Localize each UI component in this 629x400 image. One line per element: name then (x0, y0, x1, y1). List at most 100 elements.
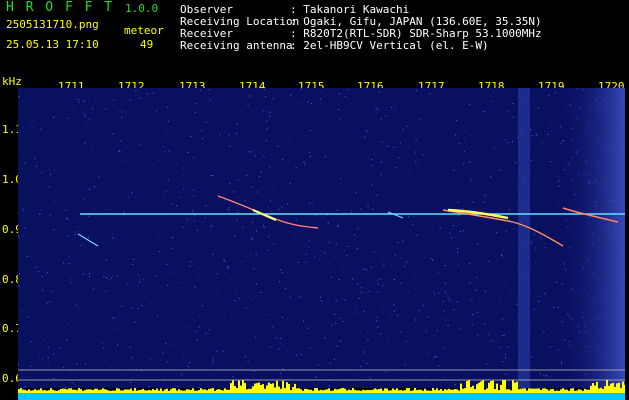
noise-speck (162, 176, 164, 178)
noise-speck (30, 234, 32, 236)
noise-speck (163, 271, 165, 273)
level-bar (126, 389, 128, 393)
noise-speck (266, 111, 268, 113)
noise-speck (157, 206, 158, 208)
level-bar (234, 386, 236, 393)
noise-speck (453, 164, 455, 166)
noise-speck (266, 314, 268, 316)
noise-speck (161, 285, 163, 287)
noise-speck (321, 300, 323, 302)
noise-speck (546, 365, 548, 367)
noise-speck (433, 173, 435, 174)
level-bar (206, 390, 208, 393)
noise-speck (247, 361, 249, 363)
noise-speck (155, 275, 157, 277)
noise-speck (398, 298, 400, 300)
level-bar (416, 390, 418, 393)
noise-speck (267, 205, 269, 207)
noise-speck (413, 354, 415, 356)
noise-speck (380, 118, 382, 120)
level-bar (168, 390, 170, 393)
noise-speck (187, 286, 189, 288)
level-bar (544, 388, 546, 393)
noise-speck (193, 189, 195, 191)
noise-speck (344, 190, 345, 192)
noise-speck (361, 167, 363, 168)
noise-speck (410, 90, 411, 92)
noise-speck (68, 256, 70, 258)
noise-speck (187, 339, 189, 341)
noise-speck (80, 245, 82, 247)
noise-speck (250, 252, 252, 254)
noise-speck (408, 174, 410, 176)
noise-speck (147, 294, 149, 296)
noise-speck (515, 162, 517, 164)
level-bar (204, 389, 206, 393)
level-bar (368, 390, 370, 393)
noise-speck (441, 366, 442, 368)
noise-speck (72, 94, 74, 95)
noise-speck (504, 334, 506, 336)
noise-speck (349, 209, 351, 211)
noise-speck (304, 163, 306, 165)
noise-speck (46, 302, 48, 304)
level-bar (498, 390, 500, 393)
noise-speck (458, 214, 460, 216)
noise-speck (301, 297, 303, 299)
noise-speck (473, 133, 475, 135)
noise-speck (110, 94, 112, 95)
noise-speck (375, 341, 377, 343)
noise-speck (319, 296, 321, 298)
level-bar (80, 389, 82, 393)
noise-speck (187, 152, 189, 153)
noise-speck (553, 306, 555, 308)
noise-speck (545, 247, 547, 249)
noise-speck (457, 138, 459, 140)
noise-speck (116, 341, 118, 343)
noise-speck (391, 263, 393, 265)
noise-speck (198, 219, 200, 221)
noise-speck (357, 130, 359, 132)
level-bar (236, 388, 238, 393)
noise-speck (197, 191, 199, 193)
noise-speck (157, 315, 158, 317)
noise-speck (86, 126, 88, 128)
noise-speck (250, 147, 252, 149)
noise-speck (262, 138, 264, 140)
noise-speck (271, 211, 273, 213)
noise-speck (28, 150, 30, 152)
noise-speck (467, 134, 469, 136)
noise-speck (69, 117, 71, 118)
level-bar (312, 390, 314, 393)
noise-speck (508, 219, 510, 221)
noise-speck (407, 291, 409, 293)
noise-speck (469, 299, 471, 301)
noise-speck (90, 112, 92, 114)
noise-speck (367, 372, 369, 374)
noise-speck (33, 177, 35, 179)
noise-speck (70, 229, 72, 231)
noise-speck (321, 237, 323, 239)
noise-speck (450, 185, 452, 187)
noise-speck (127, 282, 129, 284)
noise-speck (182, 352, 184, 354)
noise-speck (457, 252, 459, 253)
noise-speck (129, 346, 131, 348)
noise-speck (143, 279, 145, 281)
noise-speck (363, 310, 365, 312)
noise-speck (471, 314, 473, 315)
noise-speck (414, 136, 416, 138)
noise-speck (212, 253, 214, 255)
noise-speck (83, 113, 85, 115)
noise-speck (340, 340, 342, 342)
noise-speck (276, 112, 278, 114)
level-bar (402, 390, 404, 393)
noise-speck (380, 333, 382, 335)
noise-speck (358, 298, 360, 299)
noise-speck (187, 366, 189, 367)
noise-speck (41, 172, 43, 174)
noise-speck (199, 89, 201, 91)
noise-speck (97, 215, 98, 217)
noise-speck (237, 212, 239, 214)
noise-speck (502, 249, 504, 251)
